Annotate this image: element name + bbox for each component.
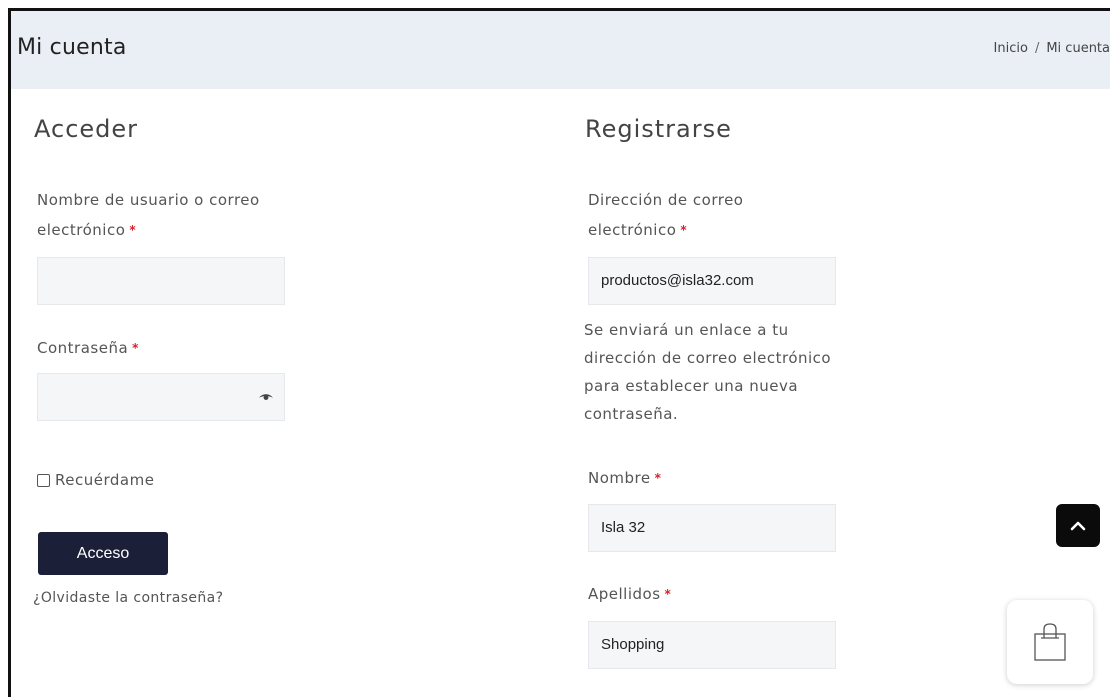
- register-heading: Registrarse: [585, 115, 732, 143]
- required-marker: *: [654, 471, 662, 485]
- email-input-value: productos@isla32.com: [601, 272, 754, 289]
- login-heading: Acceder: [34, 115, 139, 143]
- note-line-4: contraseña.: [584, 405, 679, 423]
- required-marker: *: [132, 341, 139, 355]
- email-label-line1: Dirección de correo: [588, 191, 744, 209]
- page-title: Mi cuenta: [17, 35, 127, 60]
- chevron-up-icon: [1070, 521, 1086, 530]
- email-input[interactable]: productos@isla32.com: [588, 257, 836, 305]
- remember-me-label: Recuérdame: [55, 471, 155, 489]
- last-name-input-value: Shopping: [601, 636, 665, 653]
- cart-button[interactable]: [1007, 600, 1093, 684]
- username-label: Nombre de usuario o correo electrónico *: [37, 185, 260, 245]
- forgot-password-link[interactable]: ¿Olvidaste la contraseña?: [33, 590, 224, 606]
- email-label-line2: electrónico *: [588, 221, 688, 239]
- last-name-input[interactable]: Shopping: [588, 621, 836, 669]
- first-name-input-value: Isla 32: [601, 519, 646, 536]
- username-label-line2: electrónico *: [37, 221, 137, 239]
- password-label: Contraseña *: [37, 339, 139, 357]
- username-input[interactable]: [37, 257, 285, 305]
- first-name-input[interactable]: Isla 32: [588, 504, 836, 552]
- note-line-1: Se enviará un enlace a tu: [584, 321, 789, 339]
- shopping-bag-icon: [1034, 623, 1066, 661]
- last-name-label: Apellidos *: [588, 585, 672, 603]
- password-link-note: Se enviará un enlace a tu dirección de c…: [584, 316, 844, 428]
- email-label: Dirección de correo electrónico *: [588, 185, 744, 245]
- eye-icon[interactable]: [258, 392, 274, 402]
- main-content: Acceder Nombre de usuario o correo elect…: [16, 89, 1110, 697]
- username-label-line1: Nombre de usuario o correo: [37, 191, 260, 209]
- first-name-label: Nombre *: [588, 469, 662, 487]
- login-button[interactable]: Acceso: [38, 532, 168, 575]
- breadcrumb-current: Mi cuenta: [1046, 41, 1110, 56]
- scroll-to-top-button[interactable]: [1056, 504, 1100, 547]
- breadcrumb-separator: /: [1034, 41, 1040, 56]
- required-marker: *: [680, 223, 688, 237]
- breadcrumb: Inicio / Mi cuenta: [994, 41, 1110, 56]
- note-line-2: dirección de correo electrónico: [584, 349, 832, 367]
- required-marker: *: [129, 223, 137, 237]
- frame-border-left: [8, 8, 11, 697]
- remember-me-option[interactable]: Recuérdame: [37, 471, 154, 489]
- page-header: Mi cuenta Inicio / Mi cuenta: [11, 11, 1110, 89]
- password-input[interactable]: [37, 373, 285, 421]
- required-marker: *: [664, 587, 672, 601]
- breadcrumb-home-link[interactable]: Inicio: [994, 41, 1028, 56]
- note-line-3: para establecer una nueva: [584, 377, 799, 395]
- remember-me-checkbox[interactable]: [37, 473, 50, 487]
